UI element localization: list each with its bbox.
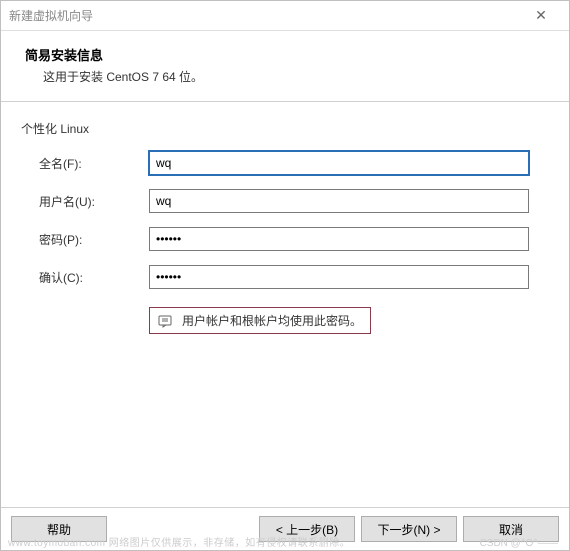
password-notice: 用户帐户和根帐户均使用此密码。 (149, 307, 371, 334)
confirm-input[interactable] (149, 265, 529, 289)
username-input[interactable] (149, 189, 529, 213)
header-title: 简易安装信息 (25, 45, 545, 64)
confirm-row: 确认(C): (21, 265, 549, 289)
content-area: 个性化 Linux 全名(F): 用户名(U): 密码(P): 确认(C): (1, 102, 569, 507)
password-label: 密码(P): (39, 231, 149, 248)
username-label: 用户名(U): (39, 193, 149, 210)
header: 简易安装信息 这用于安装 CentOS 7 64 位。 (1, 31, 569, 102)
username-row: 用户名(U): (21, 189, 549, 213)
password-row: 密码(P): (21, 227, 549, 251)
fullname-row: 全名(F): (21, 151, 549, 175)
titlebar: 新建虚拟机向导 ✕ (1, 1, 569, 31)
watermark-right: CSDN @^O^—— (480, 538, 558, 549)
header-subtitle: 这用于安装 CentOS 7 64 位。 (25, 68, 545, 85)
section-title: 个性化 Linux (21, 120, 549, 137)
window-title: 新建虚拟机向导 (9, 7, 521, 24)
confirm-label: 确认(C): (39, 269, 149, 286)
wizard-window: 新建虚拟机向导 ✕ 简易安装信息 这用于安装 CentOS 7 64 位。 个性… (0, 0, 570, 551)
next-button[interactable]: 下一步(N) > (361, 516, 457, 542)
close-icon: ✕ (535, 7, 547, 24)
watermark-left: www.toymoban.com 网络图片仅供展示，非存储，如有侵权请联系删除。 (8, 534, 350, 549)
fullname-label: 全名(F): (39, 155, 149, 172)
info-icon (158, 314, 174, 328)
notice-text: 用户帐户和根帐户均使用此密码。 (182, 312, 362, 329)
close-button[interactable]: ✕ (521, 2, 561, 30)
password-input[interactable] (149, 227, 529, 251)
fullname-input[interactable] (149, 151, 529, 175)
